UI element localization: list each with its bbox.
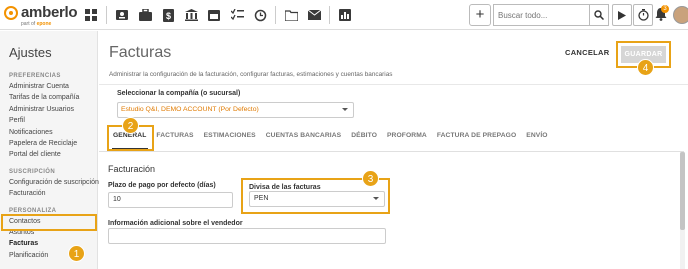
tab-cuentas-bancarias[interactable]: CUENTAS BANCARIAS	[266, 132, 342, 146]
folder-icon[interactable]	[280, 5, 302, 25]
payment-term-input[interactable]: 10	[108, 192, 233, 208]
main-content: Facturas Administrar la configuración de…	[99, 31, 688, 269]
sidebar-item-perfil[interactable]: Perfil	[9, 115, 97, 126]
play-icon	[618, 10, 626, 20]
search-icon	[594, 10, 604, 20]
logo-mark-icon	[4, 6, 18, 20]
tabs-divider	[99, 151, 684, 152]
tab-proforma[interactable]: PROFORMA	[387, 132, 427, 146]
sidebar-item-facturacion[interactable]: Facturación	[9, 188, 97, 199]
billing-doc-icon[interactable]: $	[157, 5, 179, 25]
reports-icon[interactable]	[334, 5, 356, 25]
dashboard-icon[interactable]	[80, 5, 102, 25]
sidebar-item-config-suscripcion[interactable]: Configuración de suscripción	[9, 177, 99, 188]
tab-debito[interactable]: DÉBITO	[351, 132, 377, 146]
user-avatar[interactable]	[673, 6, 688, 24]
settings-tabs: GENERAL FACTURAS ESTIMACIONES CUENTAS BA…	[109, 132, 558, 146]
global-search-input[interactable]	[493, 4, 589, 26]
briefcase-icon[interactable]	[134, 5, 156, 25]
sidebar-menu: PREFERENCIAS Administrar Cuenta Tarifas …	[9, 69, 99, 261]
contacts-card-icon[interactable]	[111, 5, 133, 25]
tab-envio[interactable]: ENVÍO	[526, 132, 547, 146]
logo-subtitle: part of epone	[21, 21, 52, 27]
header-divider	[99, 84, 688, 85]
checklist-icon[interactable]	[226, 5, 248, 25]
payment-term-label: Plazo de pago por defecto (días)	[108, 182, 216, 189]
nav-divider	[275, 6, 276, 24]
notification-count-badge: 3	[661, 5, 669, 13]
scrollbar-thumb[interactable]	[680, 152, 685, 230]
stopwatch-icon	[637, 9, 649, 21]
company-select[interactable]: Estudio Q&I, DEMO ACCOUNT (Por Defecto)	[117, 102, 354, 118]
calendar-icon[interactable]	[203, 5, 225, 25]
seller-info-label: Información adicional sobre el vendedor	[108, 220, 243, 227]
tab-facturas[interactable]: FACTURAS	[156, 132, 193, 146]
sidebar-item-administrar-cuenta[interactable]: Administrar Cuenta	[9, 81, 97, 92]
amberlo-logo[interactable]: amberlo part of epone	[4, 3, 78, 27]
step-marker-2: 2	[122, 117, 139, 134]
sidebar-section-heading: SUSCRIPCIÓN	[9, 168, 56, 175]
company-select-label: Seleccionar la compañía (o sucursal)	[117, 90, 241, 97]
tab-estimaciones[interactable]: ESTIMACIONES	[204, 132, 256, 146]
chevron-down-icon	[342, 108, 348, 111]
highlight-facturas-box	[1, 214, 97, 231]
bank-icon[interactable]	[180, 5, 202, 25]
sidebar-title: Ajustes	[9, 45, 52, 60]
tab-factura-prepago[interactable]: FACTURA DE PREPAGO	[437, 132, 516, 146]
logo-text: amberlo	[21, 4, 78, 21]
step-marker-4: 4	[637, 59, 654, 76]
sidebar-section-heading: PREFERENCIAS	[9, 73, 61, 79]
step-marker-1: 1	[68, 245, 85, 262]
page-description: Administrar la configuración de la factu…	[109, 71, 393, 78]
step-marker-3: 3	[362, 170, 379, 187]
timer-button[interactable]	[633, 4, 653, 26]
main-nav: $	[80, 5, 357, 25]
mail-icon[interactable]	[303, 5, 325, 25]
settings-sidebar: Ajustes PREFERENCIAS Administrar Cuenta …	[0, 31, 99, 269]
svg-text:$: $	[165, 11, 170, 21]
history-icon[interactable]	[249, 5, 271, 25]
cancel-button[interactable]: CANCELAR	[565, 48, 609, 57]
top-bar: amberlo part of epone $ + 3	[0, 0, 688, 30]
content-scrollbar[interactable]	[680, 152, 685, 269]
sidebar-item-administrar-usuarios[interactable]: Administrar Usuarios	[9, 104, 97, 115]
nav-divider	[106, 6, 107, 24]
nav-divider	[329, 6, 330, 24]
search-button[interactable]	[589, 4, 609, 26]
section-title-facturacion: Facturación	[108, 164, 156, 174]
sidebar-item-papelera[interactable]: Papelera de Reciclaje	[9, 138, 97, 149]
start-timer-button[interactable]	[612, 4, 632, 26]
add-new-button[interactable]: +	[469, 4, 491, 26]
sidebar-item-tarifas[interactable]: Tarifas de la compañía	[9, 92, 97, 103]
sidebar-item-notificaciones[interactable]: Notificaciones	[9, 127, 97, 138]
sidebar-item-portal-cliente[interactable]: Portal del cliente	[9, 149, 97, 160]
page-title: Facturas	[109, 44, 172, 61]
sidebar-item-facturas[interactable]: Facturas	[9, 238, 97, 249]
seller-info-input[interactable]	[108, 228, 386, 244]
company-select-value: Estudio Q&I, DEMO ACCOUNT (Por Defecto)	[121, 106, 259, 113]
